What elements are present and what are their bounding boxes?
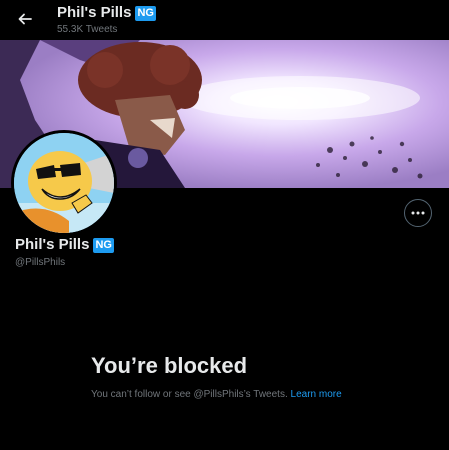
header-tweet-count: 55.3K Tweets [57,24,118,36]
header-title: Phil's Pills [57,4,132,21]
more-options-icon [411,211,425,215]
profile-handle: @PillsPhils [15,257,66,268]
more-options-button[interactable] [404,199,432,227]
profile-ng-badge: NG [93,237,114,253]
avatar-artwork [14,133,114,233]
blocked-title: You’re blocked [91,353,248,378]
profile-header-bar: Phil's Pills NG 55.3K Tweets [0,0,449,40]
header-ng-badge: NG [135,5,156,21]
back-arrow-icon [18,13,32,25]
blocked-message-block: You can’t follow or see @PillsPhils’s Tw… [91,387,361,402]
blocked-message: You can’t follow or see @PillsPhils’s Tw… [91,389,288,400]
profile-avatar[interactable] [11,130,117,236]
profile-name-block: Phil's Pills NG [15,236,114,254]
back-button[interactable] [12,6,38,32]
header-title-block: Phil's Pills NG 55.3K Tweets [57,4,156,36]
profile-name: Phil's Pills [15,236,90,253]
learn-more-link[interactable]: Learn more [291,389,342,400]
